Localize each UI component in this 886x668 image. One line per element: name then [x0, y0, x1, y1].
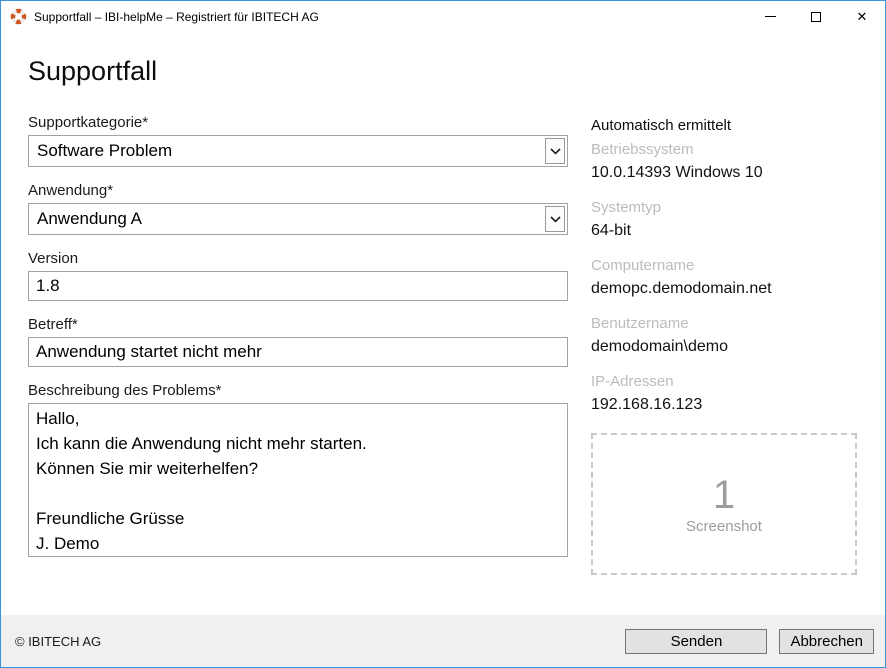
app-window: Supportfall – IBI-helpMe – Registriert f…: [0, 0, 886, 668]
supportkategorie-select[interactable]: Software Problem: [28, 135, 568, 167]
info-label: Systemtyp: [591, 198, 871, 218]
minimize-icon: [765, 16, 776, 17]
info-item-computername: Computername demopc.demodomain.net: [591, 256, 871, 299]
close-icon: ✕: [857, 10, 868, 23]
support-form: Supportkategorie* Software Problem Anwen…: [28, 114, 568, 572]
anwendung-select[interactable]: Anwendung A: [28, 203, 568, 235]
system-info-panel: Automatisch ermittelt Betriebssystem 10.…: [591, 116, 871, 575]
info-value: 64-bit: [591, 221, 871, 241]
maximize-icon: [811, 12, 821, 22]
send-button[interactable]: Senden: [625, 629, 767, 654]
version-input[interactable]: [28, 271, 568, 301]
main-content: Supportfall Supportkategorie* Software P…: [1, 32, 885, 615]
anwendung-label: Anwendung*: [28, 182, 568, 200]
supportkategorie-dropdown-button[interactable]: [545, 138, 565, 164]
beschreibung-group: Beschreibung des Problems* Hallo, Ich ka…: [28, 382, 568, 557]
info-label: Benutzername: [591, 314, 871, 334]
info-item-benutzername: Benutzername demodomain\demo: [591, 314, 871, 357]
footer-bar: © IBITECH AG Senden Abbrechen: [1, 615, 885, 667]
betreff-input[interactable]: [28, 337, 568, 367]
betreff-label: Betreff*: [28, 316, 568, 334]
page-title: Supportfall: [28, 56, 885, 87]
info-value: 10.0.14393 Windows 10: [591, 163, 871, 183]
maximize-button[interactable]: [793, 1, 839, 32]
title-bar: Supportfall – IBI-helpMe – Registriert f…: [1, 1, 885, 32]
version-label: Version: [28, 250, 568, 268]
window-title: Supportfall – IBI-helpMe – Registriert f…: [34, 10, 319, 24]
screenshot-label: Screenshot: [686, 518, 762, 535]
info-item-ip-adressen: IP-Adressen 192.168.16.123: [591, 372, 871, 415]
footer-buttons: Senden Abbrechen: [625, 629, 874, 654]
chevron-down-icon: [550, 148, 561, 155]
beschreibung-textarea[interactable]: Hallo, Ich kann die Anwendung nicht mehr…: [28, 403, 568, 557]
screenshot-dropzone[interactable]: 1 Screenshot: [591, 433, 857, 575]
cancel-button[interactable]: Abbrechen: [779, 629, 874, 654]
screenshot-count: 1: [713, 474, 735, 516]
window-controls: ✕: [747, 1, 885, 32]
anwendung-dropdown-button[interactable]: [545, 206, 565, 232]
lifebuoy-icon: [10, 8, 27, 25]
copyright-text: © IBITECH AG: [15, 634, 101, 649]
info-label: IP-Adressen: [591, 372, 871, 392]
chevron-down-icon: [550, 216, 561, 223]
info-item-betriebssystem: Betriebssystem 10.0.14393 Windows 10: [591, 140, 871, 183]
info-value: demodomain\demo: [591, 337, 871, 357]
info-value: 192.168.16.123: [591, 395, 871, 415]
supportkategorie-value: Software Problem: [29, 136, 567, 166]
info-value: demopc.demodomain.net: [591, 279, 871, 299]
betreff-group: Betreff*: [28, 316, 568, 367]
minimize-button[interactable]: [747, 1, 793, 32]
info-item-systemtyp: Systemtyp 64-bit: [591, 198, 871, 241]
system-info-title: Automatisch ermittelt: [591, 116, 871, 136]
supportkategorie-group: Supportkategorie* Software Problem: [28, 114, 568, 167]
beschreibung-label: Beschreibung des Problems*: [28, 382, 568, 400]
version-group: Version: [28, 250, 568, 301]
anwendung-value: Anwendung A: [29, 204, 567, 234]
anwendung-group: Anwendung* Anwendung A: [28, 182, 568, 235]
info-label: Betriebssystem: [591, 140, 871, 160]
close-button[interactable]: ✕: [839, 1, 885, 32]
supportkategorie-label: Supportkategorie*: [28, 114, 568, 132]
info-label: Computername: [591, 256, 871, 276]
